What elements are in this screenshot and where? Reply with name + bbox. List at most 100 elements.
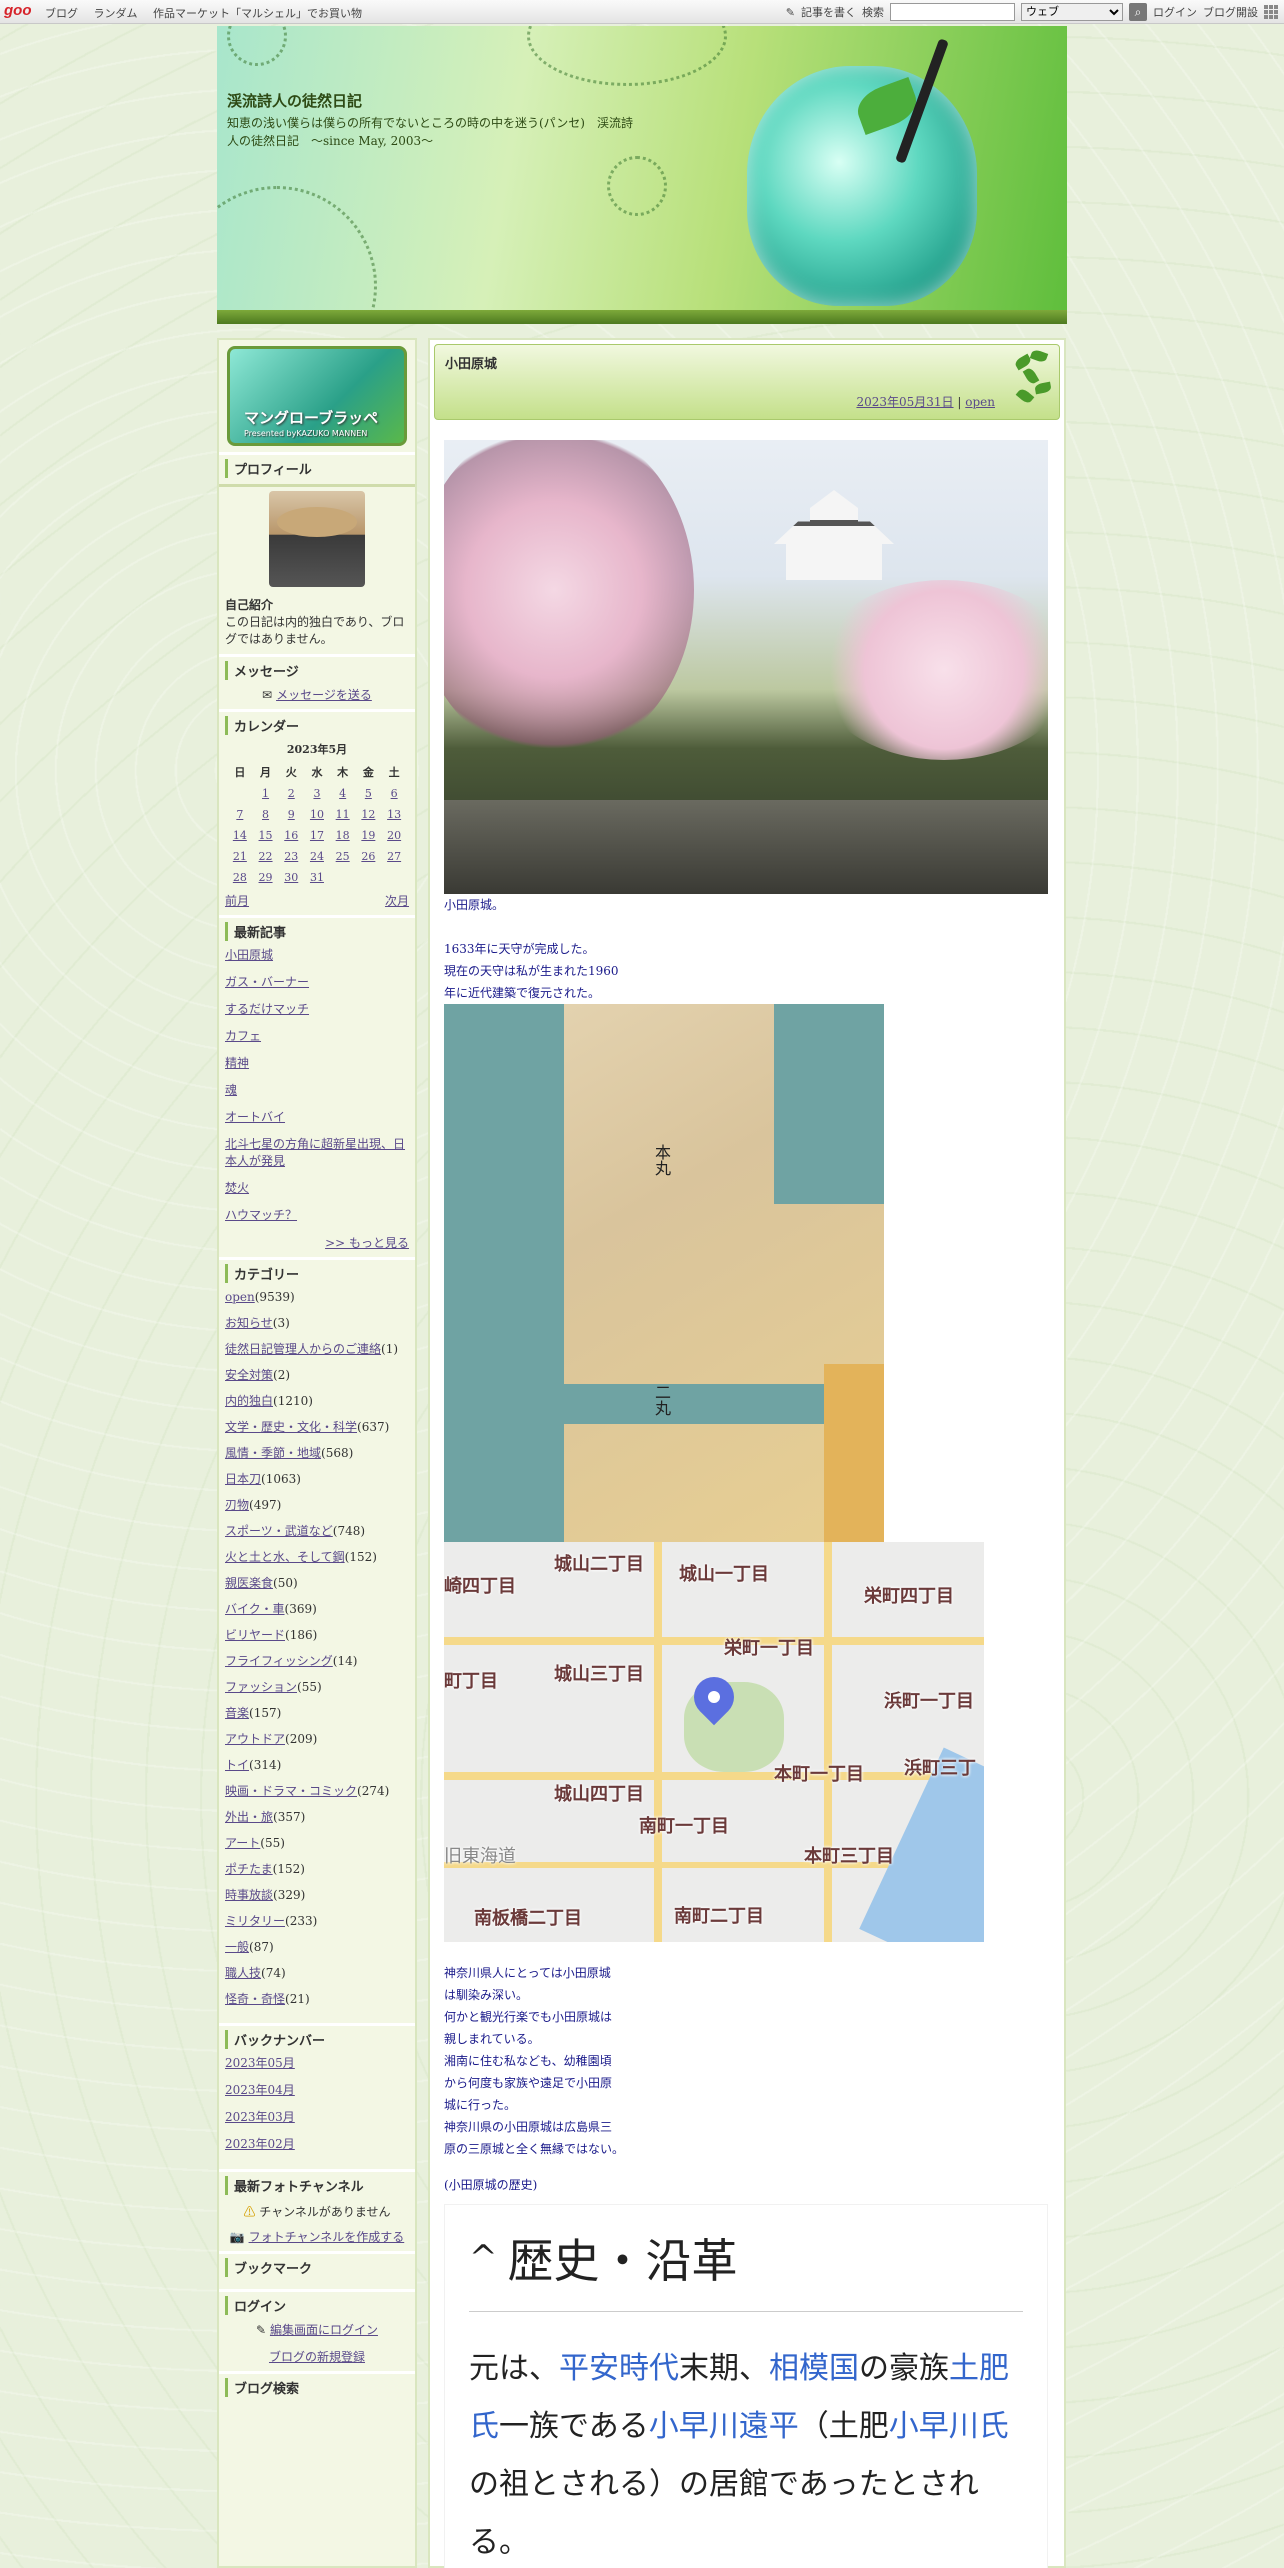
category-link[interactable]: 時事放談 <box>225 1888 273 1902</box>
goo-logo[interactable]: goo <box>4 2 32 19</box>
calendar-day[interactable]: 22 <box>259 850 273 863</box>
calendar-day[interactable]: 20 <box>387 829 401 842</box>
login-link[interactable]: ログイン <box>1153 4 1197 20</box>
calendar-day[interactable]: 4 <box>339 787 346 800</box>
recent-article-link[interactable]: 焚火 <box>225 1180 409 1197</box>
recent-article-link[interactable]: するだけマッチ <box>225 1001 409 1018</box>
category-link[interactable]: 安全対策 <box>225 1368 273 1382</box>
category-link[interactable]: トイ <box>225 1758 249 1772</box>
calendar-day[interactable]: 5 <box>365 787 372 800</box>
calendar-day[interactable]: 18 <box>336 829 350 842</box>
recent-article-link[interactable]: カフェ <box>225 1028 409 1045</box>
category-link[interactable]: ポチたま <box>225 1862 273 1876</box>
backnumber-link[interactable]: 2023年04月 <box>225 2082 409 2099</box>
search-input[interactable] <box>890 3 1015 21</box>
calendar-day[interactable]: 28 <box>233 871 247 884</box>
calendar-day[interactable]: 21 <box>233 850 247 863</box>
calendar-day[interactable]: 29 <box>259 871 273 884</box>
category-link[interactable]: 外出・旅 <box>225 1810 273 1824</box>
category-link[interactable]: 親医楽食 <box>225 1576 273 1590</box>
sidebar-banner-image[interactable]: マングローブラッペ Presented byKAZUKO MANNEN <box>227 346 407 446</box>
entry-date-link[interactable]: 2023年05月31日 <box>856 395 953 409</box>
category-link[interactable]: 音楽 <box>225 1706 249 1720</box>
category-link[interactable]: 怪奇・奇怪 <box>225 1992 285 2006</box>
category-link[interactable]: 職人技 <box>225 1966 261 1980</box>
category-link[interactable]: バイク・車 <box>225 1602 285 1616</box>
calendar-day[interactable]: 26 <box>361 850 375 863</box>
calendar-day[interactable]: 16 <box>284 829 298 842</box>
calendar-day[interactable]: 11 <box>336 808 350 821</box>
nav-marche[interactable]: 作品マーケット「マルシェル」でお買い物 <box>153 7 362 20</box>
calendar-day[interactable]: 6 <box>391 787 398 800</box>
calendar-day[interactable]: 31 <box>310 871 324 884</box>
category-link[interactable]: フライフィッシング <box>225 1654 333 1668</box>
calendar-day[interactable]: 9 <box>288 808 295 821</box>
nav-blog[interactable]: ブログ <box>45 7 78 20</box>
odawara-castle-photo[interactable] <box>444 440 1048 894</box>
apps-grid-icon[interactable] <box>1264 5 1278 19</box>
category-link[interactable]: ファッション <box>225 1680 297 1694</box>
wiki-link[interactable]: 小早川遠平 <box>649 2409 799 2444</box>
category-link[interactable]: open <box>225 1290 255 1304</box>
nav-random[interactable]: ランダム <box>94 7 138 20</box>
category-link[interactable]: 風情・季節・地域 <box>225 1446 321 1460</box>
category-link[interactable]: 映画・ドラマ・コミック <box>225 1784 357 1798</box>
calendar-day[interactable]: 24 <box>310 850 324 863</box>
calendar-day[interactable]: 3 <box>313 787 320 800</box>
category-link[interactable]: 内的独白 <box>225 1394 273 1408</box>
edit-login-link[interactable]: 編集画面にログイン <box>270 2323 378 2337</box>
more-link[interactable]: >> もっと見る <box>325 1236 409 1250</box>
category-link[interactable]: 徒然日記管理人からのご連絡 <box>225 1342 381 1356</box>
search-scope-select[interactable]: ウェブ <box>1021 3 1123 21</box>
category-link[interactable]: 日本刀 <box>225 1472 261 1486</box>
backnumber-link[interactable]: 2023年03月 <box>225 2109 409 2126</box>
category-link[interactable]: スポーツ・武道など <box>225 1524 333 1538</box>
calendar-day[interactable]: 2 <box>288 787 295 800</box>
category-link[interactable]: 刃物 <box>225 1498 249 1512</box>
wiki-link[interactable]: 平安時代 <box>559 2351 679 2386</box>
recent-article-link[interactable]: 魂 <box>225 1082 409 1099</box>
backnumber-link[interactable]: 2023年02月 <box>225 2136 409 2153</box>
category-link[interactable]: アート <box>225 1836 260 1850</box>
blog-title[interactable]: 渓流詩人の徒然日記 <box>227 90 362 111</box>
recent-article-link[interactable]: 精神 <box>225 1055 409 1072</box>
recent-article-link[interactable]: ガス・バーナー <box>225 974 409 991</box>
calendar-day[interactable]: 17 <box>310 829 324 842</box>
create-photo-channel-link[interactable]: フォトチャンネルを作成する <box>249 2230 405 2244</box>
calendar-day[interactable]: 1 <box>262 787 269 800</box>
wiki-link[interactable]: 相模国 <box>769 2351 859 2386</box>
write-article-link[interactable]: 記事を書く <box>801 4 856 20</box>
recent-article-link[interactable]: オートバイ <box>225 1109 409 1126</box>
entry-category-link[interactable]: open <box>965 395 995 409</box>
calendar-day[interactable]: 10 <box>310 808 324 821</box>
recent-article-link[interactable]: 北斗七星の方角に超新星出現、日本人が発見 <box>225 1136 409 1170</box>
entry-title[interactable]: 小田原城 <box>445 353 497 372</box>
calendar-day[interactable]: 27 <box>387 850 401 863</box>
calendar-day[interactable]: 7 <box>236 808 243 821</box>
calendar-prev-link[interactable]: 前月 <box>225 892 249 909</box>
historic-castle-map-image[interactable]: 本丸 二丸 <box>444 1004 884 1542</box>
wiki-link[interactable]: 小早川氏 <box>889 2409 1009 2444</box>
blog-open-link[interactable]: ブログ開設 <box>1203 4 1258 20</box>
category-link[interactable]: 火と土と水、そして鋼 <box>225 1550 345 1564</box>
category-link[interactable]: 一般 <box>225 1940 249 1954</box>
backnumber-link[interactable]: 2023年05月 <box>225 2055 409 2072</box>
category-link[interactable]: 文学・歴史・文化・科学 <box>225 1420 357 1434</box>
recent-article-link[interactable]: ハウマッチ？ <box>225 1207 409 1224</box>
calendar-day[interactable]: 25 <box>336 850 350 863</box>
recent-article-link[interactable]: 小田原城 <box>225 947 409 964</box>
calendar-day[interactable]: 23 <box>284 850 298 863</box>
category-link[interactable]: ビリヤード <box>225 1628 285 1642</box>
search-icon[interactable]: ⌕ <box>1129 3 1147 21</box>
calendar-day[interactable]: 15 <box>259 829 273 842</box>
category-link[interactable]: アウトドア <box>225 1732 285 1746</box>
category-link[interactable]: ミリタリー <box>225 1914 285 1928</box>
category-link[interactable]: お知らせ <box>225 1316 273 1330</box>
calendar-day[interactable]: 8 <box>262 808 269 821</box>
calendar-day[interactable]: 30 <box>284 871 298 884</box>
calendar-day[interactable]: 13 <box>387 808 401 821</box>
calendar-day[interactable]: 19 <box>361 829 375 842</box>
calendar-day[interactable]: 14 <box>233 829 247 842</box>
location-map-image[interactable]: 崎四丁目 城山二丁目 城山一丁目 栄町四丁目 栄町一丁目 城山三丁目 浜町一丁目… <box>444 1542 984 1942</box>
new-blog-link[interactable]: ブログの新規登録 <box>269 2350 365 2364</box>
